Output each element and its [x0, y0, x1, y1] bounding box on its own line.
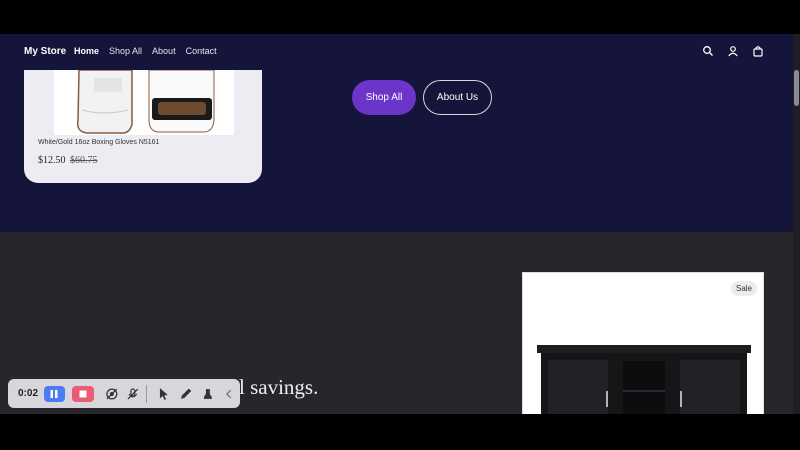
nav-link-contact[interactable]: Contact: [186, 46, 217, 56]
section-headline: l savings.: [239, 375, 319, 399]
stop-recording-button[interactable]: [72, 385, 94, 402]
cart-icon[interactable]: [752, 45, 764, 57]
pointer-icon[interactable]: [157, 387, 171, 401]
pen-icon[interactable]: [179, 387, 193, 401]
sale-badge: Sale: [730, 281, 757, 296]
letterbox-bottom: [0, 414, 800, 450]
account-icon[interactable]: [727, 45, 739, 57]
collapse-chevron-icon[interactable]: [222, 387, 236, 401]
product-image-tv-stand: [537, 345, 751, 414]
hero-section: White/Gold 16oz Boxing Gloves N5161 $12.…: [0, 70, 800, 232]
product-card[interactable]: White/Gold 16oz Boxing Gloves N5161 $12.…: [24, 70, 262, 183]
product-price: $12.50 $60.75: [38, 155, 98, 166]
product-image-boxing-gloves: [54, 70, 234, 135]
sale-price: $12.50: [38, 155, 66, 166]
screen-recorder-toolbar: 0:02: [8, 379, 240, 408]
letterbox-top: [0, 0, 800, 34]
pause-recording-button[interactable]: [43, 385, 66, 402]
nav-link-about[interactable]: About: [152, 46, 176, 56]
scrollbar-thumb[interactable]: [794, 70, 799, 106]
featured-product-card[interactable]: Sale: [522, 272, 764, 414]
main-nav: Home Shop All About Contact: [74, 46, 217, 56]
mic-off-icon[interactable]: [126, 387, 140, 401]
camera-off-icon[interactable]: [105, 387, 119, 401]
store-logo[interactable]: My Store: [24, 46, 66, 57]
about-us-button[interactable]: About Us: [423, 80, 492, 115]
compare-price: $60.75: [70, 155, 98, 166]
pause-icon: [50, 389, 58, 398]
site-header: My Store Home Shop All About Contact: [0, 34, 800, 70]
store-page: My Store Home Shop All About Contact Whi…: [0, 34, 800, 414]
page-scrollbar[interactable]: [793, 34, 800, 414]
search-icon[interactable]: [702, 45, 714, 57]
toolbar-divider: [146, 384, 148, 403]
header-icons: [702, 45, 764, 57]
highlighter-icon[interactable]: [201, 387, 215, 401]
stop-icon: [79, 390, 87, 397]
nav-link-home[interactable]: Home: [74, 46, 99, 56]
shop-all-button[interactable]: Shop All: [352, 80, 416, 115]
product-title[interactable]: White/Gold 16oz Boxing Gloves N5161: [38, 139, 159, 146]
nav-link-shop-all[interactable]: Shop All: [109, 46, 142, 56]
recording-timer: 0:02: [18, 388, 39, 399]
